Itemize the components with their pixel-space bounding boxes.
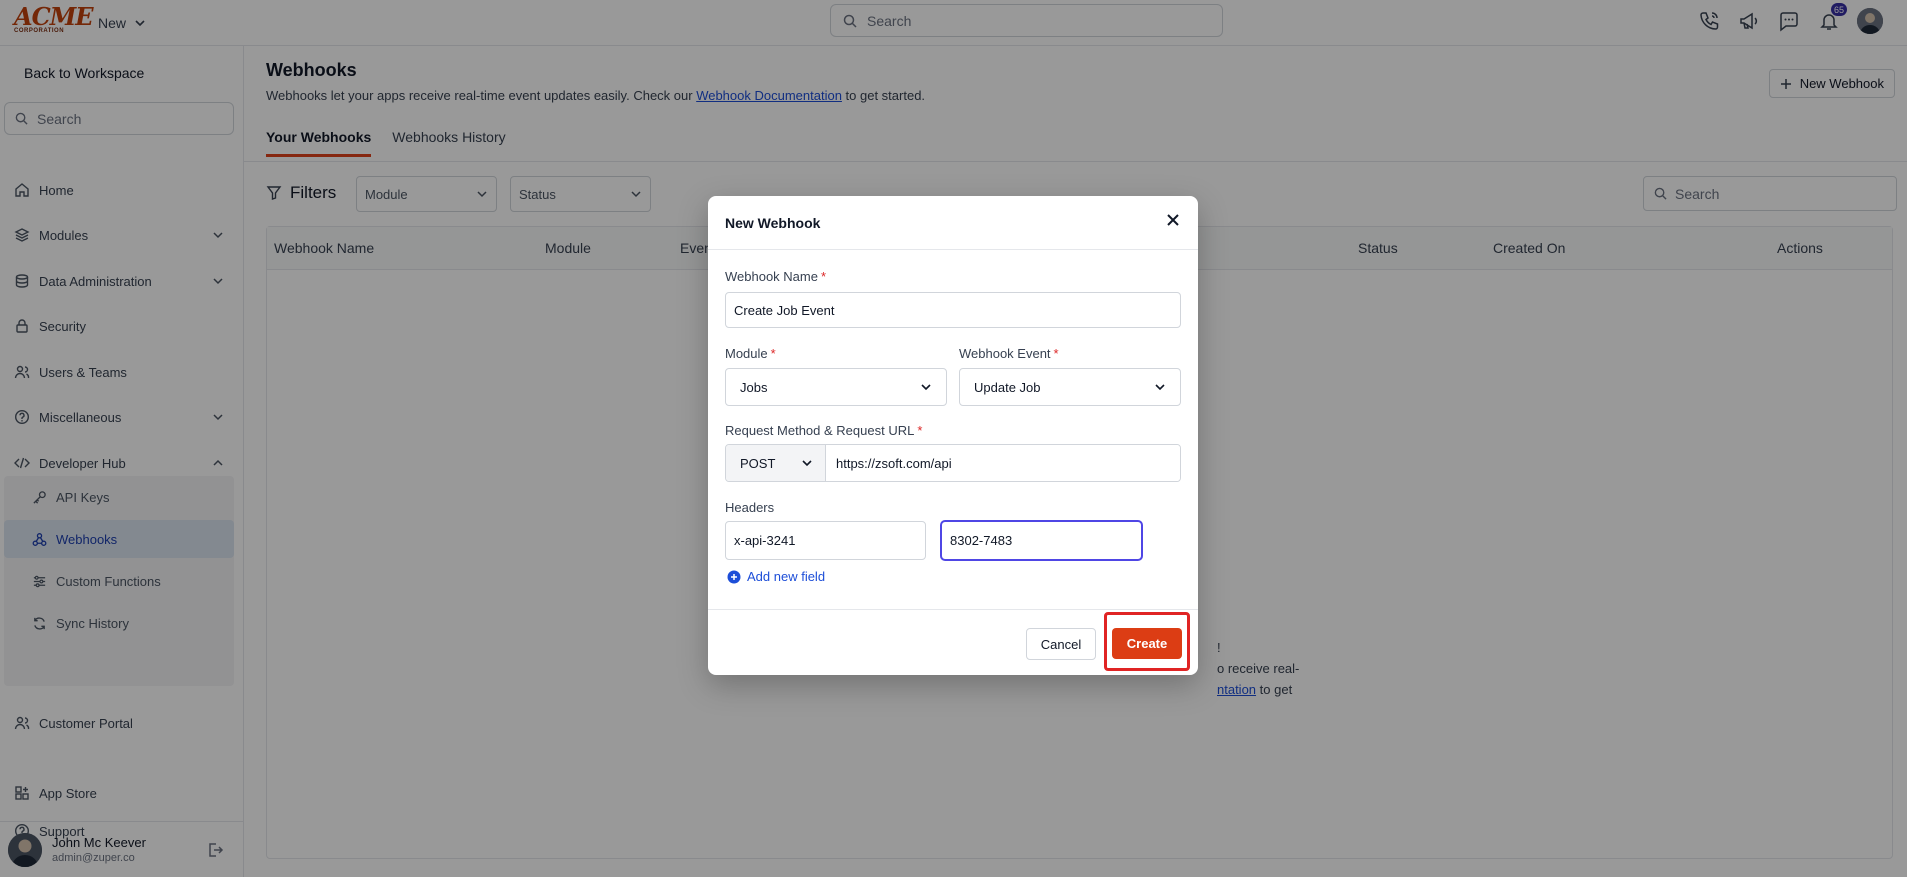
close-icon[interactable] bbox=[1166, 213, 1180, 227]
header-value-input[interactable] bbox=[941, 521, 1142, 560]
request-url-input[interactable] bbox=[826, 445, 1180, 481]
cancel-button[interactable]: Cancel bbox=[1026, 628, 1096, 660]
required-marker: * bbox=[770, 346, 776, 361]
module-label: Module * bbox=[725, 346, 776, 361]
create-button[interactable]: Create bbox=[1112, 628, 1182, 659]
dialog-footer-divider bbox=[708, 609, 1198, 610]
create-button-highlight: Create bbox=[1104, 612, 1190, 671]
request-method-select[interactable]: POST bbox=[726, 445, 826, 481]
module-select[interactable]: Jobs bbox=[725, 368, 947, 406]
add-new-field-button[interactable]: Add new field bbox=[727, 569, 825, 584]
required-marker: * bbox=[820, 269, 827, 284]
webhook-name-input[interactable] bbox=[725, 292, 1181, 328]
webhook-event-label: Webhook Event * bbox=[959, 346, 1059, 361]
header-key-input[interactable] bbox=[725, 521, 926, 560]
webhook-event-select[interactable]: Update Job bbox=[959, 368, 1181, 406]
plus-circle-icon bbox=[727, 570, 741, 584]
dialog-header: New Webhook bbox=[708, 196, 1198, 250]
chevron-down-icon bbox=[801, 457, 813, 469]
chevron-down-icon bbox=[1154, 381, 1166, 393]
webhook-name-label: Webhook Name * bbox=[725, 269, 827, 284]
request-url-label: Request Method & Request URL * bbox=[725, 423, 923, 438]
headers-label: Headers bbox=[725, 500, 775, 515]
dialog-title: New Webhook bbox=[725, 215, 821, 231]
request-url-group: POST bbox=[725, 444, 1181, 482]
chevron-down-icon bbox=[920, 381, 932, 393]
new-webhook-dialog: New Webhook Webhook Name* Module* Jobs W… bbox=[708, 196, 1198, 675]
required-marker: * bbox=[1053, 346, 1059, 361]
required-marker: * bbox=[917, 423, 923, 438]
